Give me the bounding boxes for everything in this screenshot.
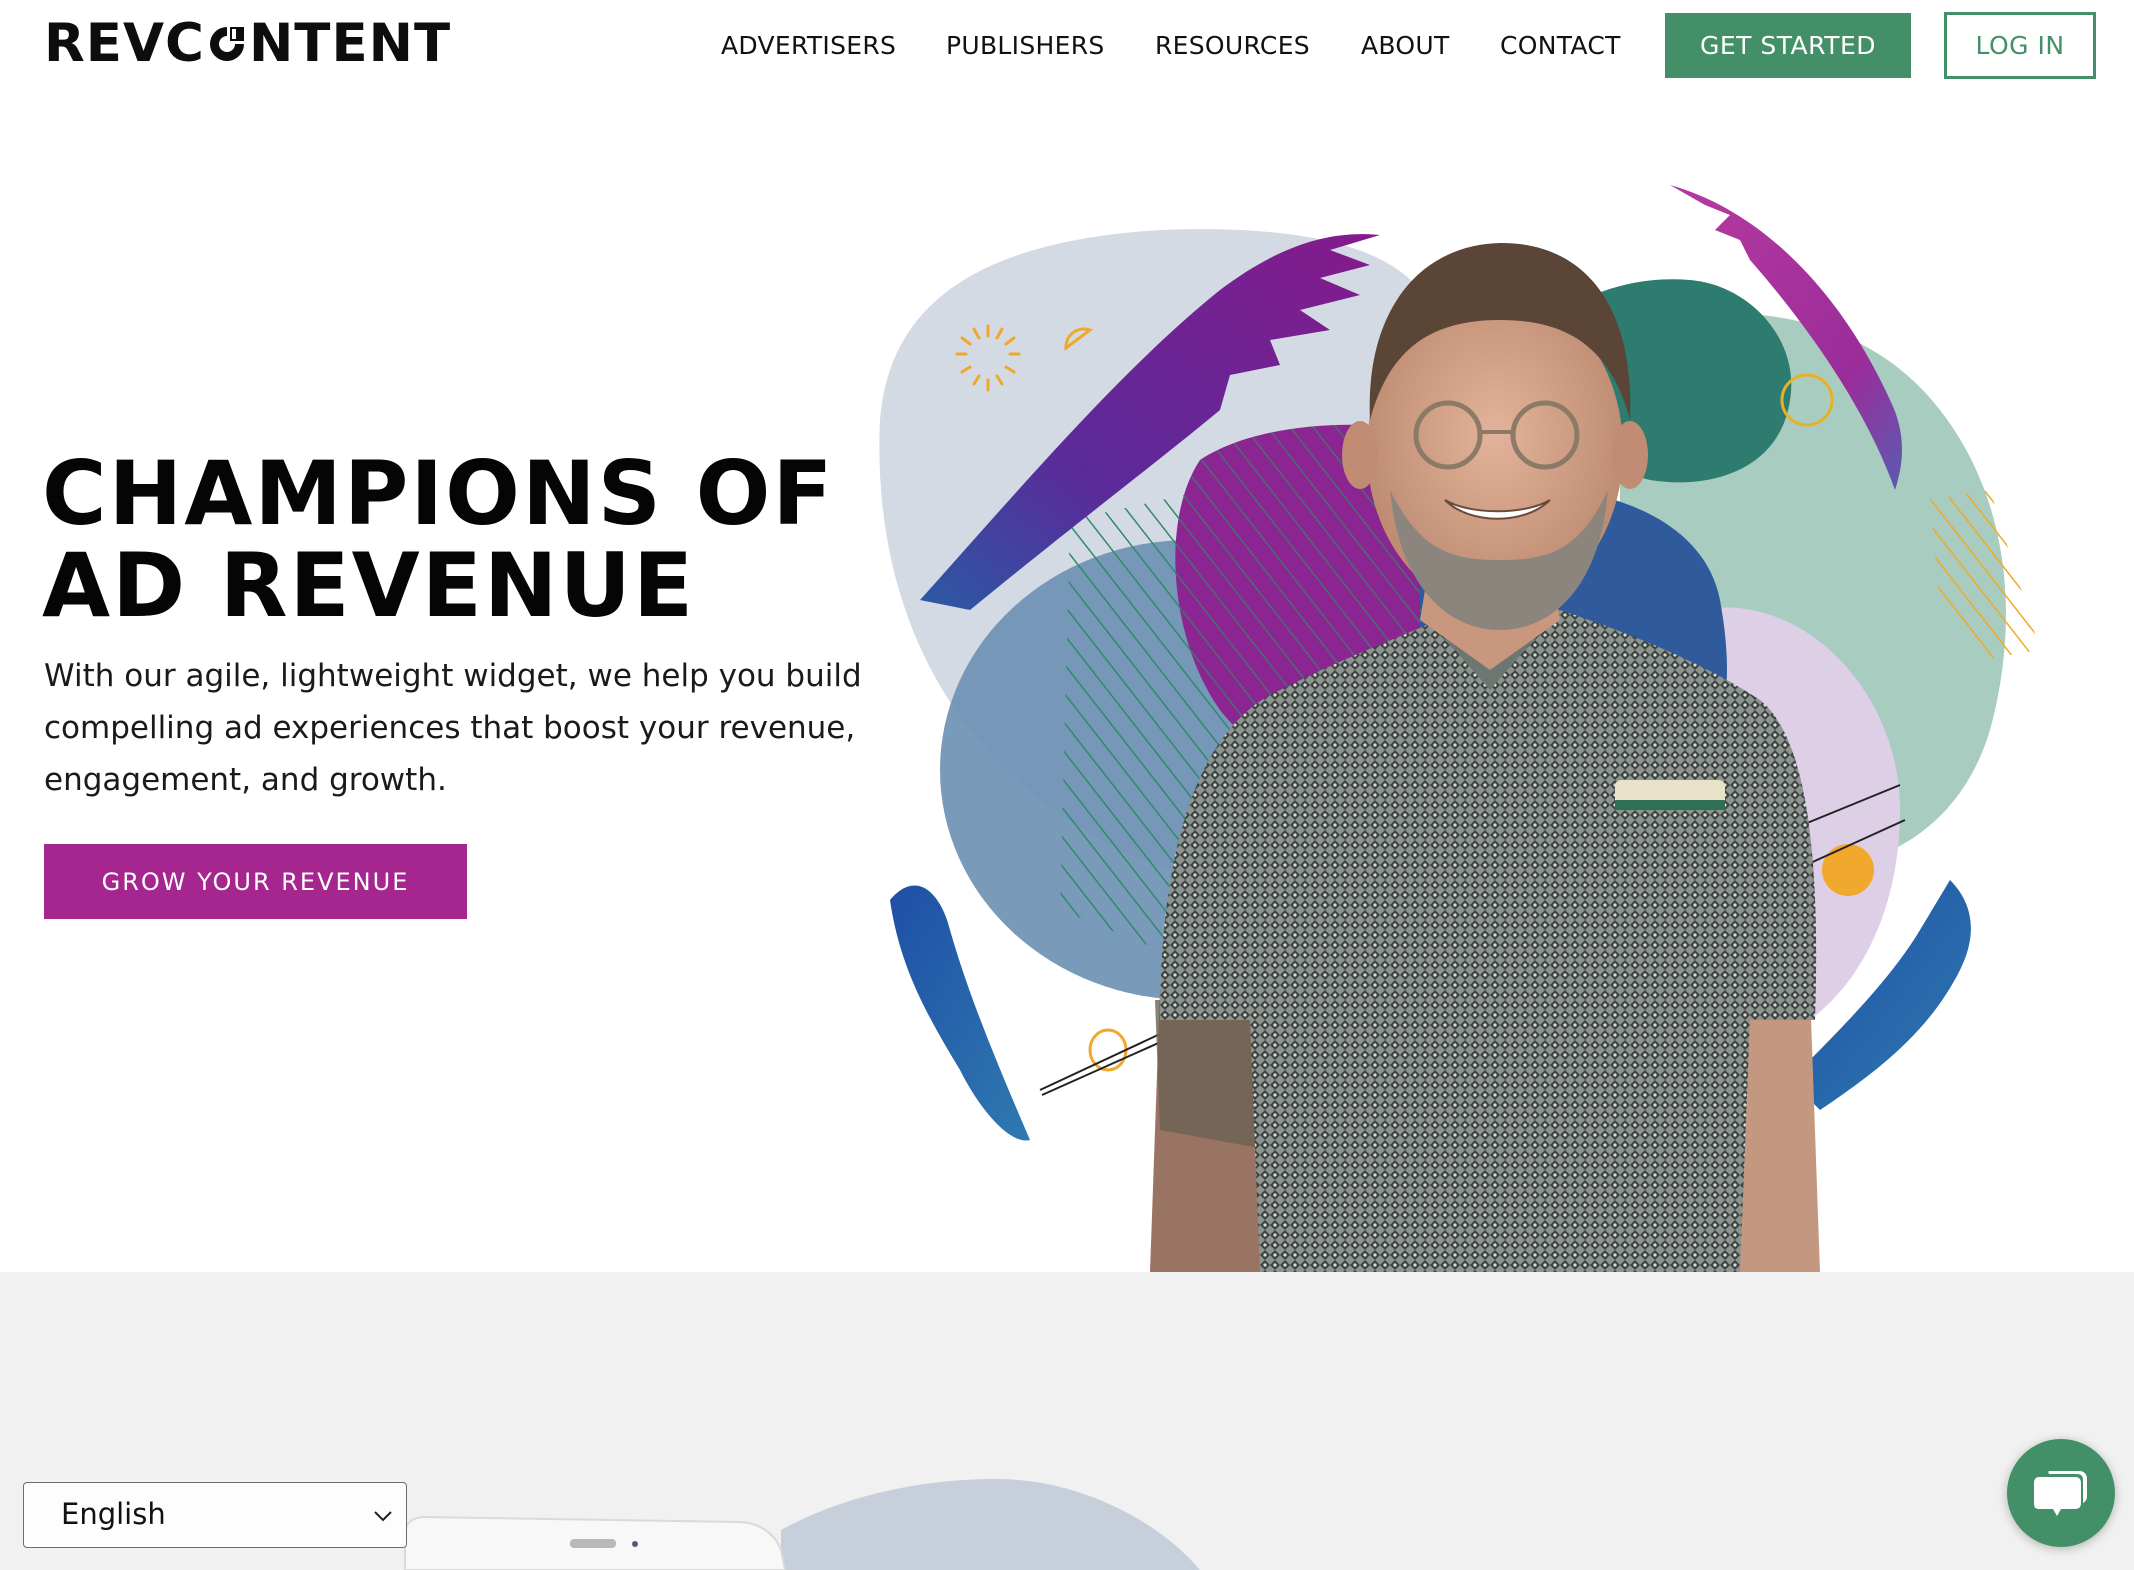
nav-publishers[interactable]: PUBLISHERS	[946, 26, 1105, 66]
hero-title-line-2: AD REVENUE	[42, 534, 696, 637]
chat-widget-button[interactable]	[2007, 1439, 2115, 1547]
nav-about[interactable]: ABOUT	[1361, 26, 1450, 66]
hero-title: CHAMPIONS OF AD REVENUE	[42, 448, 835, 632]
language-select[interactable]: English	[23, 1482, 407, 1548]
revcontent-logo[interactable]: REVC NTENT	[44, 14, 451, 74]
log-in-button[interactable]: LOG IN	[1944, 12, 2096, 79]
lower-blob	[781, 1479, 1200, 1570]
dot-yellow-right	[1822, 844, 1874, 896]
logo-o-mark-icon	[207, 24, 247, 64]
nav-contact[interactable]: CONTACT	[1500, 26, 1621, 66]
chat-bubbles-icon	[2034, 1471, 2087, 1516]
phone-speaker	[570, 1539, 616, 1548]
phone-camera	[632, 1541, 638, 1547]
shirt	[1160, 610, 1817, 1272]
logo-text-start: REVC	[44, 13, 205, 74]
nav-advertisers[interactable]: ADVERTISERS	[721, 26, 896, 66]
logo-text-end: NTENT	[248, 13, 452, 74]
site-header: REVC NTENT ADVERTISERS PUBLISHERS RESOUR…	[0, 0, 2134, 92]
hero-illustration	[879, 185, 2040, 1272]
grow-your-revenue-button[interactable]: GROW YOUR REVENUE	[44, 844, 467, 919]
hero-title-line-1: CHAMPIONS OF	[42, 442, 835, 545]
nav-resources[interactable]: RESOURCES	[1155, 26, 1310, 66]
hero-description: With our agile, lightweight widget, we h…	[44, 658, 862, 798]
chevron-down-icon	[374, 1511, 392, 1522]
get-started-button[interactable]: GET STARTED	[1665, 13, 1911, 78]
language-select-value: English	[61, 1497, 166, 1531]
